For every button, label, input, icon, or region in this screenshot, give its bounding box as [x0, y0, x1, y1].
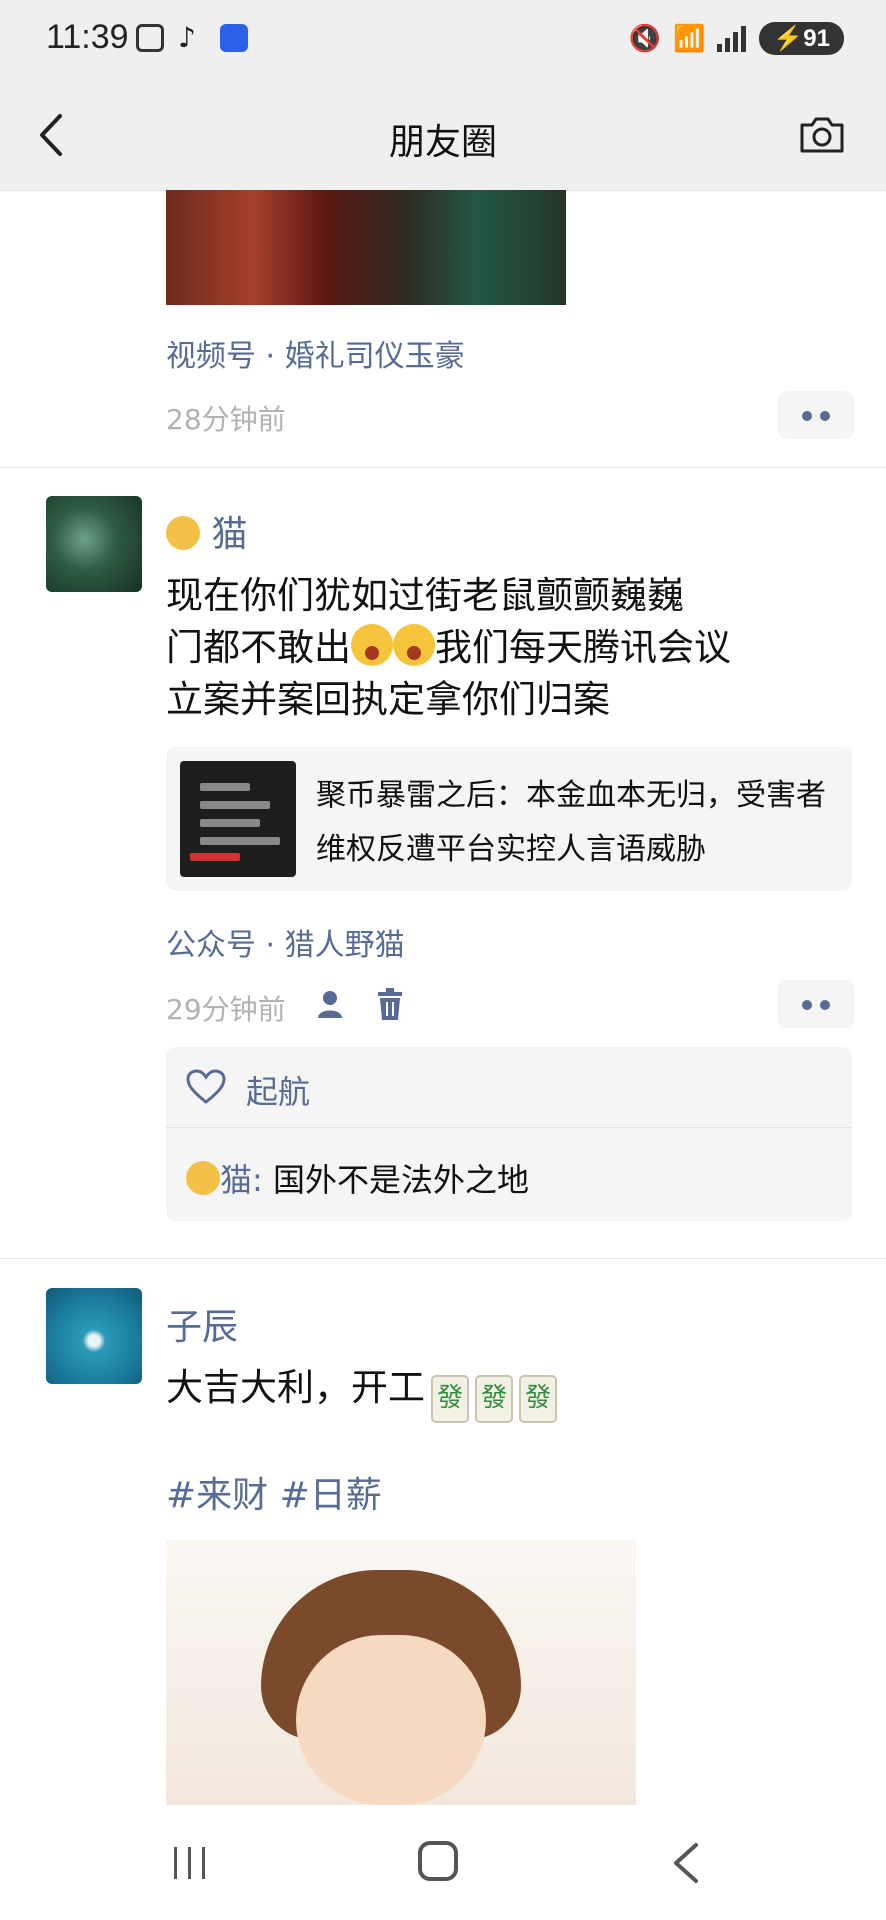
recent-apps-icon[interactable]: [170, 1845, 210, 1881]
mute-icon: 🔇: [628, 23, 662, 54]
like-username[interactable]: 起航: [246, 1067, 310, 1113]
post-text-line: 立案并案回执定拿你们归案: [166, 678, 610, 721]
avatar[interactable]: [46, 1288, 142, 1384]
more-options-button[interactable]: [778, 980, 854, 1028]
video-thumbnail[interactable]: [166, 190, 566, 305]
post-divider: [0, 1258, 886, 1259]
avatar[interactable]: [46, 496, 142, 592]
heart-icon: [186, 1069, 226, 1104]
delete-icon[interactable]: [376, 988, 404, 1020]
post-text: 大吉大利，开工發發發: [166, 1362, 557, 1423]
post-source-link[interactable]: 公众号 · 猎人野猫: [166, 920, 405, 964]
baidu-icon: [220, 24, 248, 52]
signal-icon: [717, 25, 747, 52]
battery-level: 91: [803, 25, 830, 52]
battery-indicator: ⚡91: [759, 22, 844, 55]
post-hashtags[interactable]: #来财 #日薪: [166, 1466, 382, 1518]
mahjong-fa-icon: 發: [519, 1375, 557, 1423]
post-username[interactable]: 猫: [166, 505, 247, 557]
username-text: 猫: [211, 514, 248, 555]
home-icon[interactable]: [418, 1841, 458, 1881]
page-title: 朋友圈: [388, 122, 497, 163]
cat-emoji-icon: [186, 1161, 220, 1195]
post-divider: [0, 467, 886, 468]
likes-row: 起航: [166, 1047, 852, 1128]
post-text-line: 门都不敢出 我们每天腾讯会议: [166, 624, 731, 669]
status-bar: 11:39 ♪ 🔇 📶 ⚡91: [0, 0, 886, 80]
post-image[interactable]: [166, 1540, 636, 1805]
mahjong-fa-icon: 發: [431, 1375, 469, 1423]
likes-comments-box: 起航 猫: 国外不是法外之地: [166, 1047, 852, 1221]
tiktok-icon: ♪: [178, 21, 196, 54]
astonished-face-icon: [393, 624, 435, 666]
shared-article-card[interactable]: 聚币暴雷之后：本金血本无归，受害者维权反遭平台实控人言语威胁: [166, 747, 852, 891]
mahjong-fa-icon: 發: [475, 1375, 513, 1423]
comment-text: 国外不是法外之地: [272, 1161, 529, 1199]
article-thumbnail: [180, 761, 296, 877]
friends-visibility-icon[interactable]: [316, 988, 348, 1020]
status-notification-icons: ♪: [136, 24, 248, 52]
post-time: 29分钟前: [166, 993, 286, 1026]
post-source-link[interactable]: 视频号 · 婚礼司仪玉豪: [166, 331, 465, 375]
status-time: 11:39: [46, 18, 129, 56]
comment-author[interactable]: 猫: [220, 1161, 252, 1199]
cat-emoji-icon: [166, 516, 200, 550]
post-text-line: 现在你们犹如过街老鼠颤颤巍巍: [166, 574, 684, 617]
status-system-icons: 🔇 📶 ⚡91: [629, 22, 844, 55]
comment-item[interactable]: 猫: 国外不是法外之地: [186, 1155, 529, 1201]
post-time: 28分钟前: [166, 403, 286, 436]
article-title: 聚币暴雷之后：本金血本无归，受害者维权反遭平台实控人言语威胁: [316, 778, 826, 867]
post-username[interactable]: 子辰: [166, 1298, 238, 1350]
screen-record-icon: [136, 24, 164, 52]
top-nav-bar: 朋友圈: [0, 80, 886, 191]
system-nav-bar: [0, 1805, 886, 1920]
wifi-icon: 📶: [673, 23, 706, 54]
back-nav-icon[interactable]: [670, 1841, 700, 1885]
camera-icon[interactable]: [798, 115, 846, 155]
post-text: 现在你们犹如过街老鼠颤颤巍巍 门都不敢出 我们每天腾讯会议 立案并案回执定拿你们归…: [166, 570, 731, 726]
astonished-face-icon: [351, 624, 393, 666]
more-options-button[interactable]: [778, 391, 854, 439]
